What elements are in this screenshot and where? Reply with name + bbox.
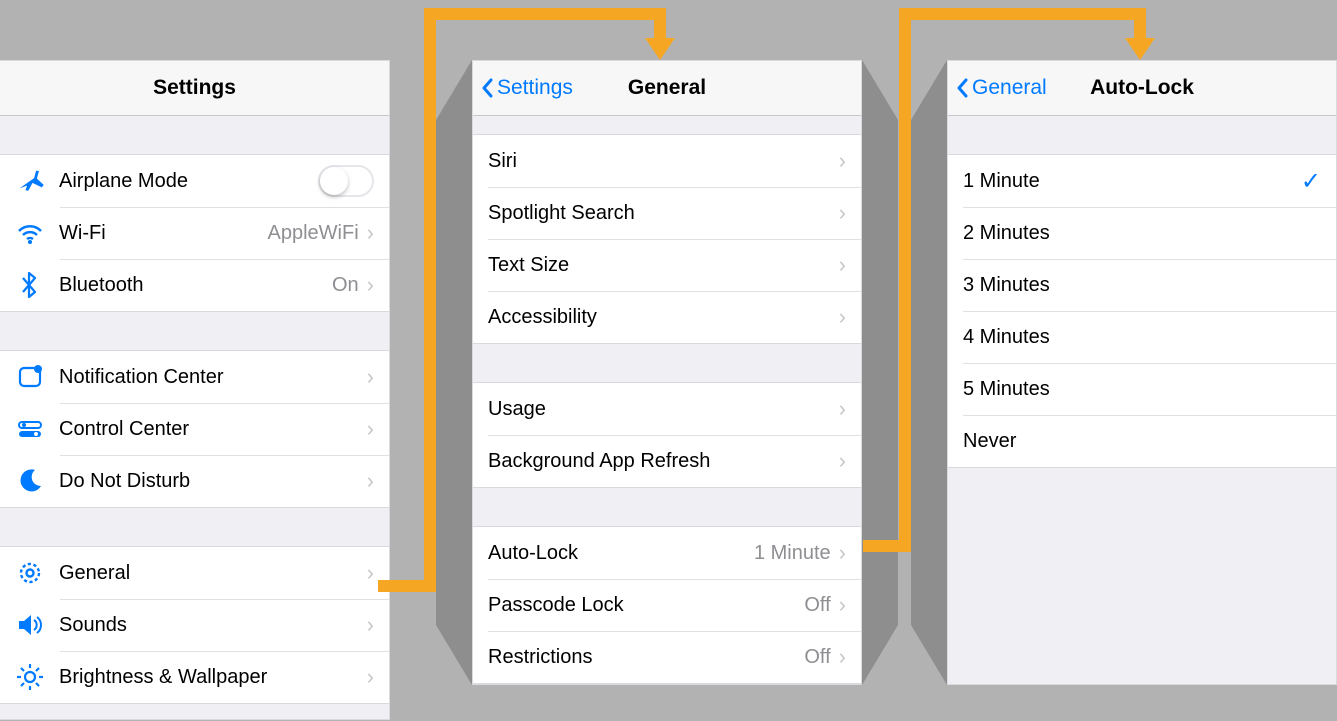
checkmark-icon: ✓ [1301,167,1321,196]
group-general: General › Sounds › Brightness & Wal [0,546,389,704]
row-detail: AppleWiFi [268,222,359,245]
chevron-right-icon: › [839,150,846,172]
nav-title: Settings [153,76,236,100]
group-spacer [0,116,389,154]
chevron-right-icon: › [839,542,846,564]
row-brightness[interactable]: Brightness & Wallpaper › [0,651,389,703]
airplane-icon [15,166,59,196]
gear-icon [15,558,59,588]
settings-panel: Settings Airplane Mode Wi-Fi AppleWiFi [0,60,390,720]
row-label: Notification Center [59,366,224,389]
row-notification-center[interactable]: Notification Center › [0,351,389,403]
row-label: Wi-Fi [59,222,106,245]
row-airplane-mode[interactable]: Airplane Mode [0,155,389,207]
group-spacer [0,508,389,546]
row-sounds[interactable]: Sounds › [0,599,389,651]
chevron-right-icon: › [367,666,374,688]
row-restrictions[interactable]: Restrictions Off › [473,631,861,683]
chevron-right-icon: › [839,398,846,420]
row-label: Sounds [59,614,127,637]
row-detail: Off [804,594,830,617]
bluetooth-icon [15,270,59,300]
notification-icon [15,362,59,392]
chevron-right-icon: › [839,450,846,472]
row-detail: On [332,274,359,297]
group-notifications: Notification Center › Control Center › [0,350,389,508]
row-control-center[interactable]: Control Center › [0,403,389,455]
speaker-icon [15,610,59,640]
chevron-right-icon: › [839,594,846,616]
group-connectivity: Airplane Mode Wi-Fi AppleWiFi › Bluet [0,154,389,312]
flow-arrow-1 [370,0,690,620]
row-detail: Off [804,646,830,669]
group-spacer [0,312,389,350]
chevron-right-icon: › [839,202,846,224]
brightness-icon [15,662,59,692]
row-bluetooth[interactable]: Bluetooth On › [0,259,389,311]
row-detail: 1 Minute [754,542,831,565]
row-general[interactable]: General › [0,547,389,599]
row-wifi[interactable]: Wi-Fi AppleWiFi › [0,207,389,259]
chevron-right-icon: › [839,254,846,276]
row-label: Control Center [59,418,189,441]
airplane-toggle[interactable] [318,165,374,197]
chevron-right-icon: › [839,306,846,328]
row-label: General [59,562,130,585]
stage: Settings Airplane Mode Wi-Fi AppleWiFi [0,0,1337,721]
moon-icon [15,466,59,496]
navbar: Settings [0,61,389,116]
row-label: Bluetooth [59,274,144,297]
row-label: Brightness & Wallpaper [59,666,267,689]
row-dnd[interactable]: Do Not Disturb › [0,455,389,507]
flow-arrow-2 [855,0,1165,580]
chevron-right-icon: › [839,646,846,668]
row-label: Do Not Disturb [59,470,190,493]
row-label: Airplane Mode [59,170,188,193]
control-center-icon [15,414,59,444]
wifi-icon [15,218,59,248]
row-label: Restrictions [488,646,592,669]
